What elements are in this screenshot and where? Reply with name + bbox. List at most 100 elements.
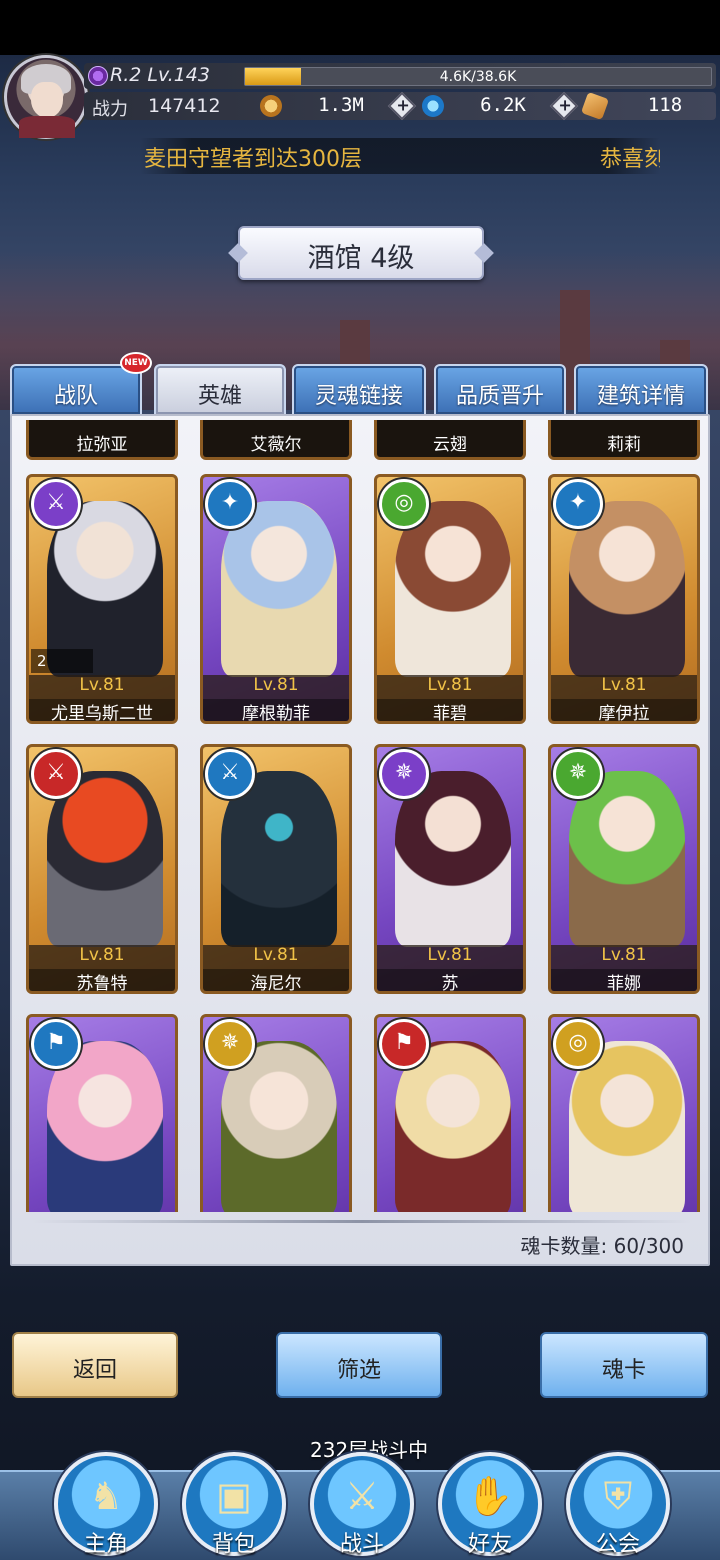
gold-coin-icon (260, 95, 282, 117)
soul-card-button-label: 魂卡 (601, 1358, 646, 1383)
sword-icon: ⚔ (205, 749, 255, 799)
nav-label: 公会 (595, 1532, 640, 1557)
exp-bar: 4.6K/38.6K (244, 67, 712, 86)
hero-card[interactable]: ✵ Lv.81 苏 (374, 744, 526, 994)
magnifier-icon: ◎ (379, 479, 429, 529)
hero-level: Lv.81 (377, 945, 523, 969)
hero-name: 艾薇尔 (250, 435, 302, 455)
tab-building-details[interactable]: 建筑详情 (574, 364, 708, 416)
gem-icon (422, 95, 444, 117)
rank-row: R.2 Lv.143 4.6K/38.6K (84, 63, 716, 89)
hero-name: 莉莉 (607, 435, 641, 455)
ticket-value: 118 (647, 94, 683, 116)
wings-icon: ✦ (205, 479, 255, 529)
nav-battle[interactable]: ⚔ 战斗 (310, 1452, 414, 1557)
tab-bar: 战队 NEW 英雄 灵魂链接 品质晋升 建筑详情 (10, 352, 710, 416)
hero-card-partial[interactable]: 云翅 (374, 420, 526, 460)
filter-button-label: 筛选 (336, 1358, 381, 1383)
tab-label: 建筑详情 (596, 384, 685, 409)
guild-crest-icon: ⛨ (603, 1474, 633, 1518)
hero-card[interactable]: ⚑ (374, 1014, 526, 1212)
tab-label: 英雄 (197, 384, 242, 409)
hero-level: Lv.81 (551, 945, 697, 969)
hero-card-partial[interactable]: 艾薇尔 (200, 420, 352, 460)
flag-icon: ⚑ (31, 1019, 81, 1069)
soul-card-button[interactable]: 魂卡 (540, 1332, 708, 1398)
nav-label: 背包 (211, 1532, 256, 1557)
hero-name: 摩伊拉 (551, 699, 697, 721)
hero-card-partial[interactable]: 拉弥亚 (26, 420, 178, 460)
back-button-label: 返回 (72, 1358, 117, 1383)
crossed-swords-icon: ⚔ (344, 1474, 380, 1518)
nav-label: 主角 (83, 1532, 128, 1557)
building-title: 酒馆 4级 (307, 243, 415, 274)
hero-card[interactable]: ⚑ (26, 1014, 178, 1212)
hero-level: Lv.81 (29, 675, 175, 699)
hero-name: 苏鲁特 (29, 969, 175, 991)
avatar-coat (19, 116, 75, 138)
player-avatar[interactable] (4, 55, 88, 139)
hero-card[interactable]: ✦ Lv.81 摩伊拉 (548, 474, 700, 724)
nav-friends[interactable]: ✋ 好友 (438, 1452, 542, 1557)
hero-card[interactable]: ✵ (200, 1014, 352, 1212)
announcement-marquee: 麦田守望者到达300层 恭喜刻 (140, 138, 660, 174)
helmet-icon: ♞ (88, 1474, 124, 1518)
announcement-text-next: 恭喜刻 (600, 147, 660, 172)
power-value: 147412 (148, 95, 221, 117)
player-status-bar: R.2 Lv.143 4.6K/38.6K 战力 147412 1.3M 6.2… (0, 55, 720, 139)
shuriken-icon: ✵ (379, 749, 429, 799)
nav-hero[interactable]: ♞ 主角 (54, 1452, 158, 1557)
hero-grid[interactable]: 拉弥亚 艾薇尔 云翅 莉莉 ⚔ 2 Lv.81 尤里乌斯二世 ✦ Lv.81 摩… (20, 420, 704, 1212)
nav-guild[interactable]: ⛨ 公会 (566, 1452, 670, 1557)
handshake-icon: ✋ (466, 1474, 514, 1518)
ticket-icon (580, 91, 610, 121)
tab-label: 灵魂链接 (314, 384, 403, 409)
hero-card[interactable]: ⚔ 2 Lv.81 尤里乌斯二世 (26, 474, 178, 724)
tab-soul-link[interactable]: 灵魂链接 (292, 364, 426, 416)
building-title-plate: 酒馆 4级 (238, 226, 484, 280)
hero-level: Lv.81 (203, 675, 349, 699)
hero-name: 菲娜 (551, 969, 697, 991)
announcement-text: 麦田守望者到达300层 (144, 147, 362, 172)
hero-card[interactable]: ✦ Lv.81 摩根勒菲 (200, 474, 352, 724)
wings-icon: ✦ (553, 479, 603, 529)
gem-value: 6.2K (480, 94, 526, 116)
hero-name: 摩根勒菲 (203, 699, 349, 721)
hero-card[interactable]: ◎ (548, 1014, 700, 1212)
tab-team[interactable]: 战队 NEW (10, 352, 152, 416)
hero-name: 拉弥亚 (76, 435, 128, 455)
tab-label: 战队 (53, 384, 98, 409)
hero-name: 云翅 (433, 435, 467, 455)
filter-button[interactable]: 筛选 (276, 1332, 442, 1398)
hero-name: 海尼尔 (203, 969, 349, 991)
tab-heroes[interactable]: 英雄 (154, 364, 286, 416)
hero-card-partial[interactable]: 莉莉 (548, 420, 700, 460)
hero-name: 苏 (377, 969, 523, 991)
hero-list-panel: 拉弥亚 艾薇尔 云翅 莉莉 ⚔ 2 Lv.81 尤里乌斯二世 ✦ Lv.81 摩… (10, 414, 710, 1266)
hero-level: Lv.81 (377, 675, 523, 699)
hero-level: Lv.81 (203, 945, 349, 969)
hero-card[interactable]: ✵ Lv.81 菲娜 (548, 744, 700, 994)
avatar-face (31, 82, 63, 118)
gold-value: 1.3M (318, 94, 364, 116)
shuriken-icon: ✵ (553, 749, 603, 799)
nav-backpack[interactable]: ▣ 背包 (182, 1452, 286, 1557)
sword-icon: ⚔ (31, 479, 81, 529)
star-count: 2 (31, 649, 93, 673)
shuriken-icon: ✵ (205, 1019, 255, 1069)
back-button[interactable]: 返回 (12, 1332, 178, 1398)
hero-level: Lv.81 (29, 945, 175, 969)
hero-level: Lv.81 (551, 675, 697, 699)
gem-resource: 6.2K (422, 92, 562, 120)
hero-name: 菲碧 (377, 699, 523, 721)
rank-emblem-icon (88, 66, 108, 86)
tab-quality-upgrade[interactable]: 品质晋升 (434, 364, 566, 416)
nav-label: 好友 (467, 1532, 512, 1557)
new-badge: NEW (120, 352, 152, 374)
hero-card[interactable]: ⚔ Lv.81 海尼尔 (200, 744, 352, 994)
hero-card[interactable]: ⚔ Lv.81 苏鲁特 (26, 744, 178, 994)
hero-card[interactable]: ◎ Lv.81 菲碧 (374, 474, 526, 724)
nav-label: 战斗 (339, 1532, 384, 1557)
power-label: 战力 (92, 99, 128, 120)
hero-name: 尤里乌斯二世 (29, 699, 175, 721)
